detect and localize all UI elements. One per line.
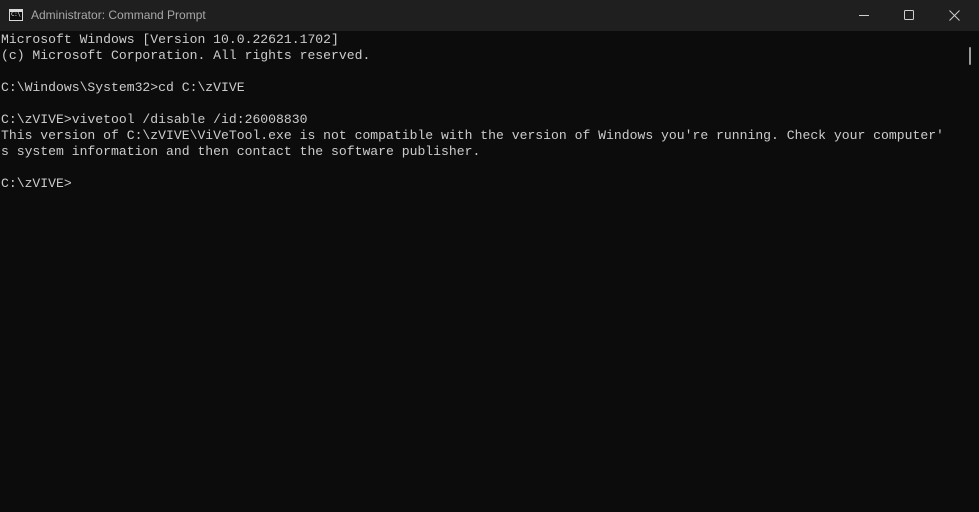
minimize-button[interactable] (841, 0, 887, 31)
console-line: This version of C:\zVIVE\ViVeTool.exe is… (1, 128, 944, 143)
console-line: C:\zVIVE>vivetool /disable /id:26008830 (1, 112, 308, 127)
console-output-area[interactable]: Microsoft Windows [Version 10.0.22621.17… (0, 31, 963, 512)
cmd-icon[interactable]: C:\ (9, 9, 23, 21)
console-line: Microsoft Windows [Version 10.0.22621.17… (1, 32, 339, 47)
console-line: s system information and then contact th… (1, 144, 481, 159)
console-prompt-line[interactable]: C:\zVIVE> (1, 176, 72, 192)
maximize-button[interactable] (886, 0, 932, 31)
vertical-scrollbar[interactable] (963, 31, 979, 512)
close-button[interactable] (931, 0, 977, 31)
close-icon (949, 10, 960, 21)
title-bar[interactable]: C:\ Administrator: Command Prompt (0, 0, 979, 31)
console-line: (c) Microsoft Corporation. All rights re… (1, 48, 371, 63)
cmd-icon-glyph: C:\ (11, 11, 21, 18)
command-prompt-window: C:\ Administrator: Command Prompt Micros… (0, 0, 979, 512)
window-title: Administrator: Command Prompt (31, 8, 206, 22)
maximize-icon (904, 10, 914, 20)
scrollbar-thumb[interactable] (969, 47, 971, 65)
console-line: C:\Windows\System32>cd C:\zVIVE (1, 80, 245, 95)
minimize-icon (859, 15, 869, 16)
